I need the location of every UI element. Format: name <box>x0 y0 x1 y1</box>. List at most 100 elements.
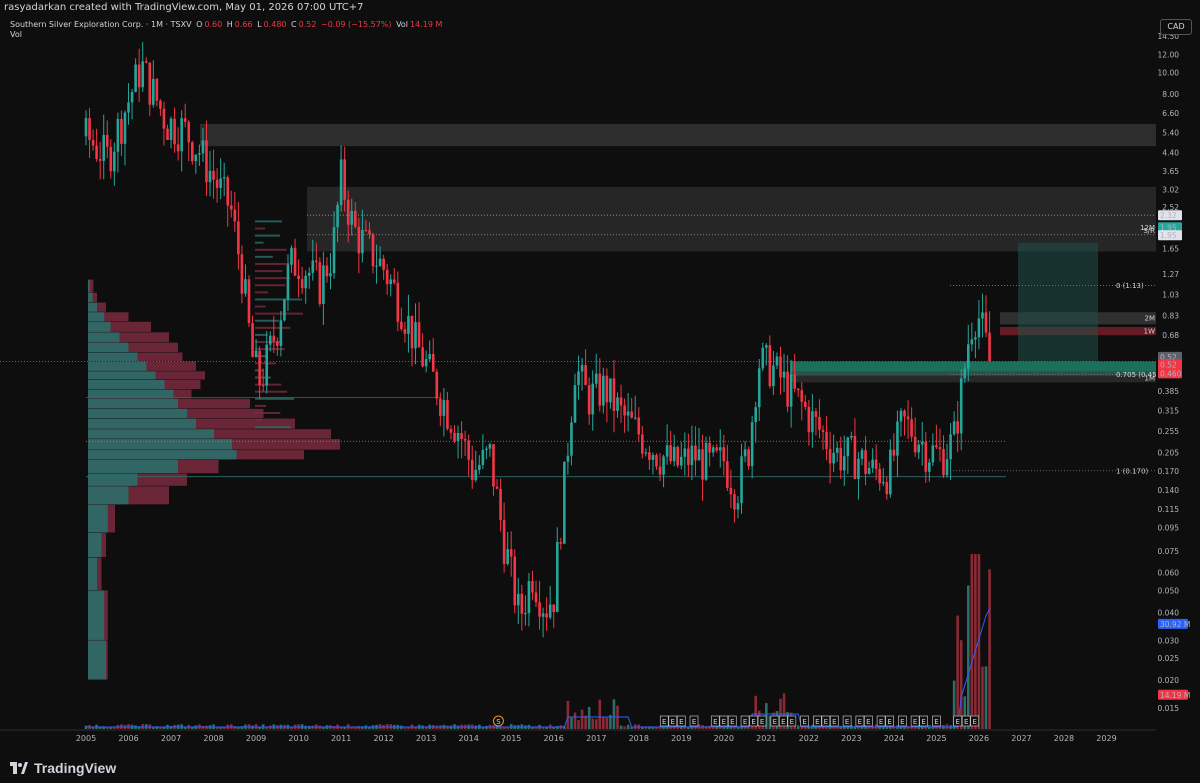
candle-body <box>304 275 307 289</box>
candle-body <box>988 332 991 362</box>
candle-body <box>811 411 814 433</box>
tradingview-logo[interactable]: TradingView <box>10 760 116 776</box>
symbol-legend[interactable]: Southern Silver Exploration Corp. · 1M ·… <box>10 20 444 29</box>
candle-body <box>226 177 230 206</box>
x-tick-label: 2020 <box>714 734 734 743</box>
candle-body <box>729 487 733 495</box>
candle-body <box>871 459 874 469</box>
volume-profile-row <box>255 248 287 251</box>
candle-body <box>442 400 446 416</box>
volume-profile-up-row <box>88 292 93 303</box>
x-tick-label: 2016 <box>544 734 564 743</box>
earnings-marker-label: E <box>662 718 666 726</box>
volume-profile-row <box>255 277 291 280</box>
high-value: 0.66 <box>234 20 253 29</box>
candle-body <box>573 385 577 423</box>
candle-body <box>297 275 300 280</box>
volume-profile-up-row <box>88 459 178 474</box>
volume-bar <box>577 720 580 729</box>
candle-body <box>945 459 949 476</box>
volume-profile-up-row <box>88 429 214 439</box>
earnings-marker-label: E <box>824 718 828 726</box>
x-tick-label: 2009 <box>246 734 266 743</box>
volume-profile-up-row <box>88 439 232 450</box>
candle-body <box>144 61 148 63</box>
candle-body <box>910 419 913 437</box>
x-tick-label: 2022 <box>799 734 819 743</box>
zone-tag-1: S/R <box>1143 227 1155 235</box>
candle-body <box>786 371 789 407</box>
candle-body <box>254 350 258 357</box>
candle-body <box>750 422 754 467</box>
candle-body <box>329 273 332 277</box>
candle-body <box>169 118 173 141</box>
currency-button[interactable]: CAD <box>1160 19 1192 35</box>
candle-body <box>800 390 804 402</box>
candle-body <box>793 374 796 389</box>
y-tick-label: 0.015 <box>1158 704 1180 713</box>
candle-body <box>286 264 290 300</box>
candle-body <box>382 258 385 270</box>
candle-body <box>392 279 396 283</box>
price-chart[interactable]: E E E E E E E E E E E E E E E E E E E E E E E E E E E E ES0 (1.13)0.… <box>0 0 1200 748</box>
candle-body <box>704 442 708 480</box>
candle-body <box>105 134 109 147</box>
candle-body <box>446 400 449 429</box>
y-tick-label: 3.65 <box>1162 167 1179 176</box>
candle-body <box>743 449 747 457</box>
volume-bar <box>796 725 800 729</box>
candle-body <box>244 279 247 294</box>
candle-body <box>857 458 860 479</box>
price-label-7: 14.19 M <box>1160 691 1190 700</box>
candle-body <box>860 450 864 459</box>
x-tick-label: 2007 <box>161 734 181 743</box>
earnings-marker-label: E <box>921 718 925 726</box>
volume-profile-up-row <box>88 590 105 640</box>
candle-body <box>850 435 853 438</box>
candle-body <box>346 199 350 225</box>
candle-body <box>662 456 665 475</box>
high-label: H <box>226 20 233 29</box>
candle-body <box>258 350 261 386</box>
candle-body <box>364 230 368 232</box>
candle-body <box>846 437 850 457</box>
candle-body <box>265 344 269 386</box>
x-tick-label: 2027 <box>1011 734 1031 743</box>
candle-body <box>545 613 548 618</box>
candle-body <box>605 375 609 403</box>
volume-bar <box>573 712 577 729</box>
candle-body <box>166 128 169 141</box>
candle-body <box>630 411 633 418</box>
candle-body <box>322 265 325 304</box>
volume-profile-row <box>255 298 303 301</box>
y-tick-label: 0.050 <box>1158 586 1180 595</box>
candle-body <box>641 434 644 454</box>
candle-body <box>449 428 453 433</box>
volume-profile-up-row <box>88 389 174 399</box>
candle-body <box>478 464 481 470</box>
candle-body <box>906 416 910 420</box>
y-tick-label: 1.27 <box>1162 270 1179 279</box>
candle-body <box>187 121 191 143</box>
candle-body <box>247 279 251 324</box>
candle-body <box>559 542 563 544</box>
candle-body <box>524 613 527 615</box>
candle-body <box>410 315 414 349</box>
vol-label: Vol <box>396 20 409 29</box>
candle-body <box>913 436 917 453</box>
candle-body <box>116 118 120 152</box>
candle-body <box>828 449 832 464</box>
x-tick-label: 2029 <box>1096 734 1116 743</box>
zone-1m <box>790 371 1156 383</box>
candle-body <box>318 262 322 304</box>
x-tick-label: 2024 <box>884 734 904 743</box>
candle-body <box>481 449 485 465</box>
earnings-marker-label: E <box>692 718 696 726</box>
candle-body <box>492 444 495 487</box>
candle-body <box>584 365 587 386</box>
candle-body <box>183 118 187 122</box>
candle-body <box>626 411 630 416</box>
candle-body <box>361 230 364 254</box>
bottom-bar: TradingView <box>0 748 1200 783</box>
earnings-marker-label: E <box>858 718 862 726</box>
